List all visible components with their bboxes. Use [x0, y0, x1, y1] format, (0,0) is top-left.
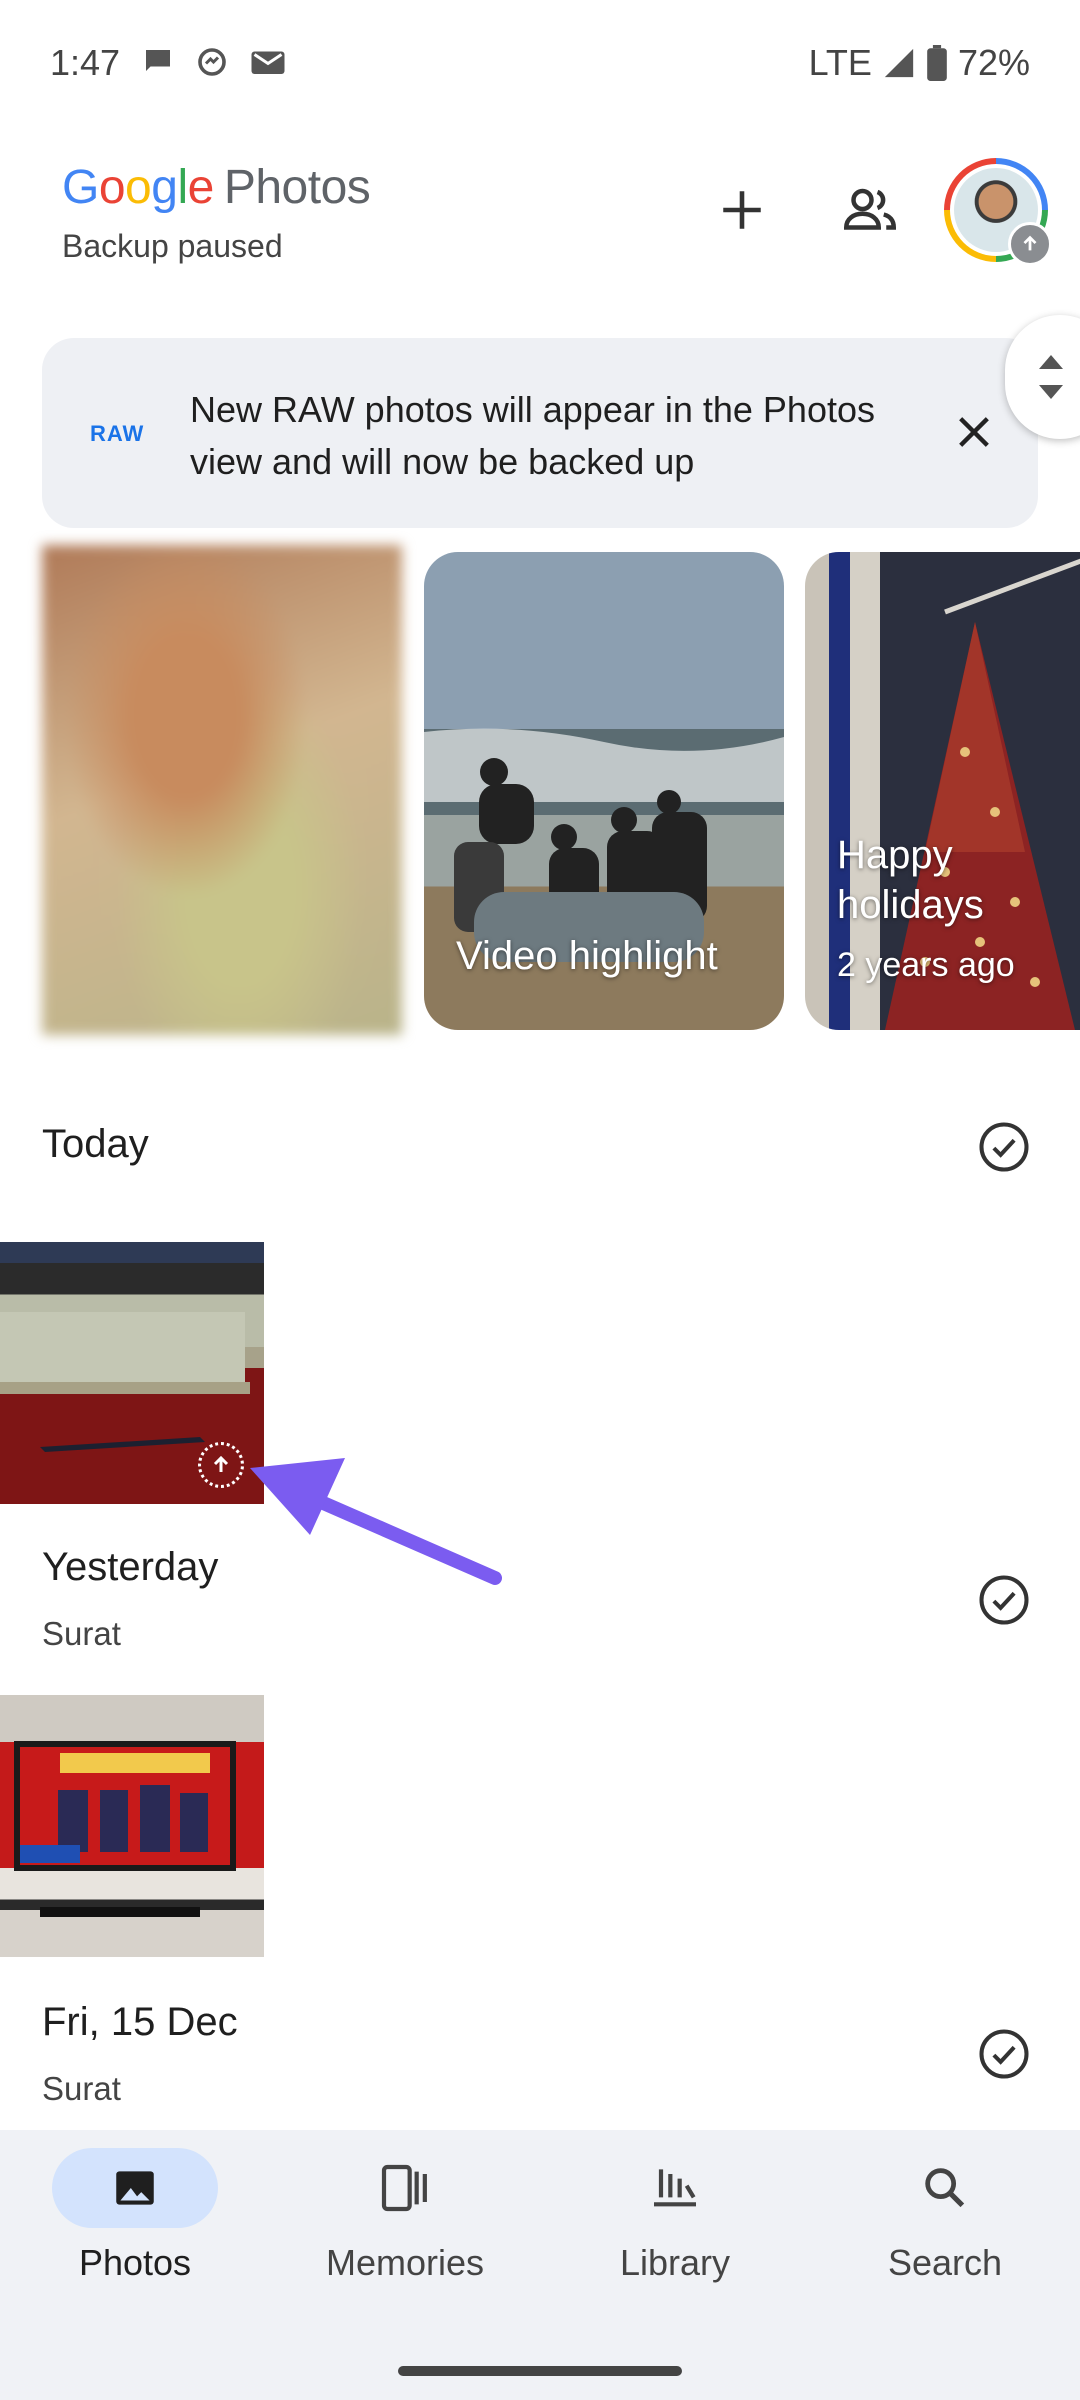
tv-news-scene — [14, 1741, 236, 1917]
search-icon — [862, 2148, 1028, 2228]
logo-product: Photos — [223, 161, 371, 214]
dismiss-banner-button[interactable] — [944, 402, 1004, 462]
battery-percent: 72% — [957, 42, 1030, 83]
section-title-yesterday: Yesterday — [42, 1545, 219, 1589]
battery-icon — [927, 45, 947, 81]
close-icon — [959, 417, 989, 447]
scroll-arrows-icon — [1039, 355, 1063, 399]
status-time: 1:47 — [50, 42, 121, 83]
nav-label: Library — [619, 2242, 731, 2283]
library-icon — [592, 2148, 758, 2228]
section-title-date: Fri, 15 Dec — [42, 2000, 238, 2044]
memory-card[interactable]: Happy holidays 2 years ago — [805, 552, 1080, 1030]
section-location[interactable]: Surat — [42, 1615, 121, 1653]
select-all-check-icon[interactable] — [977, 1573, 1031, 1627]
banner-message: New RAW photos will appear in the Photos… — [190, 389, 876, 482]
nav-library[interactable]: Library — [575, 2148, 775, 2284]
plus-icon — [723, 191, 761, 229]
backup-status[interactable]: Backup paused — [62, 228, 283, 265]
nav-search[interactable]: Search — [845, 2148, 1045, 2284]
photo-thumbnail[interactable] — [0, 1695, 264, 1957]
notification-icons — [140, 44, 288, 80]
people-icon — [843, 188, 897, 230]
logo-google: Google — [62, 161, 214, 214]
annotation-arrow — [250, 1458, 502, 1585]
mail-icon — [251, 51, 285, 74]
memory-card[interactable] — [42, 545, 402, 1035]
select-all-check-icon[interactable] — [977, 2027, 1031, 2081]
status-right: LTE 72% — [809, 42, 1030, 84]
memories-icon — [322, 2148, 488, 2228]
nav-photos[interactable]: Photos — [35, 2148, 235, 2284]
section-title-today: Today — [42, 1122, 149, 1166]
raw-badge: RAW — [90, 421, 145, 446]
raw-info-banner: RAW New RAW photos will appear in the Ph… — [42, 338, 1038, 528]
nav-label: Memories — [325, 2242, 485, 2283]
nav-label: Photos — [78, 2242, 192, 2283]
account-avatar[interactable] — [944, 158, 1052, 266]
sync-icon — [198, 48, 226, 76]
backup-arrow-icon — [1008, 222, 1052, 266]
nav-memories[interactable]: Memories — [305, 2148, 505, 2284]
memory-card[interactable]: Video highlight — [424, 552, 784, 1030]
gesture-bar[interactable] — [398, 2366, 682, 2376]
message-icon — [146, 50, 170, 71]
signal-icon — [884, 48, 914, 78]
memory-caption: Happy holidays — [837, 833, 984, 927]
memory-caption: Video highlight — [456, 934, 718, 978]
add-button[interactable] — [702, 170, 782, 250]
memory-subcaption: 2 years ago — [837, 946, 1015, 984]
select-all-check-icon[interactable] — [977, 1120, 1031, 1174]
status-bar: 1:47 LTE 72% — [0, 0, 1080, 130]
section-location[interactable]: Surat — [42, 2070, 121, 2108]
sharing-button[interactable] — [830, 170, 910, 250]
network-type: LTE — [808, 42, 872, 83]
photo-icon — [52, 2148, 218, 2228]
nav-label: Search — [887, 2242, 1003, 2283]
app-logo: Google Photos — [62, 160, 371, 215]
